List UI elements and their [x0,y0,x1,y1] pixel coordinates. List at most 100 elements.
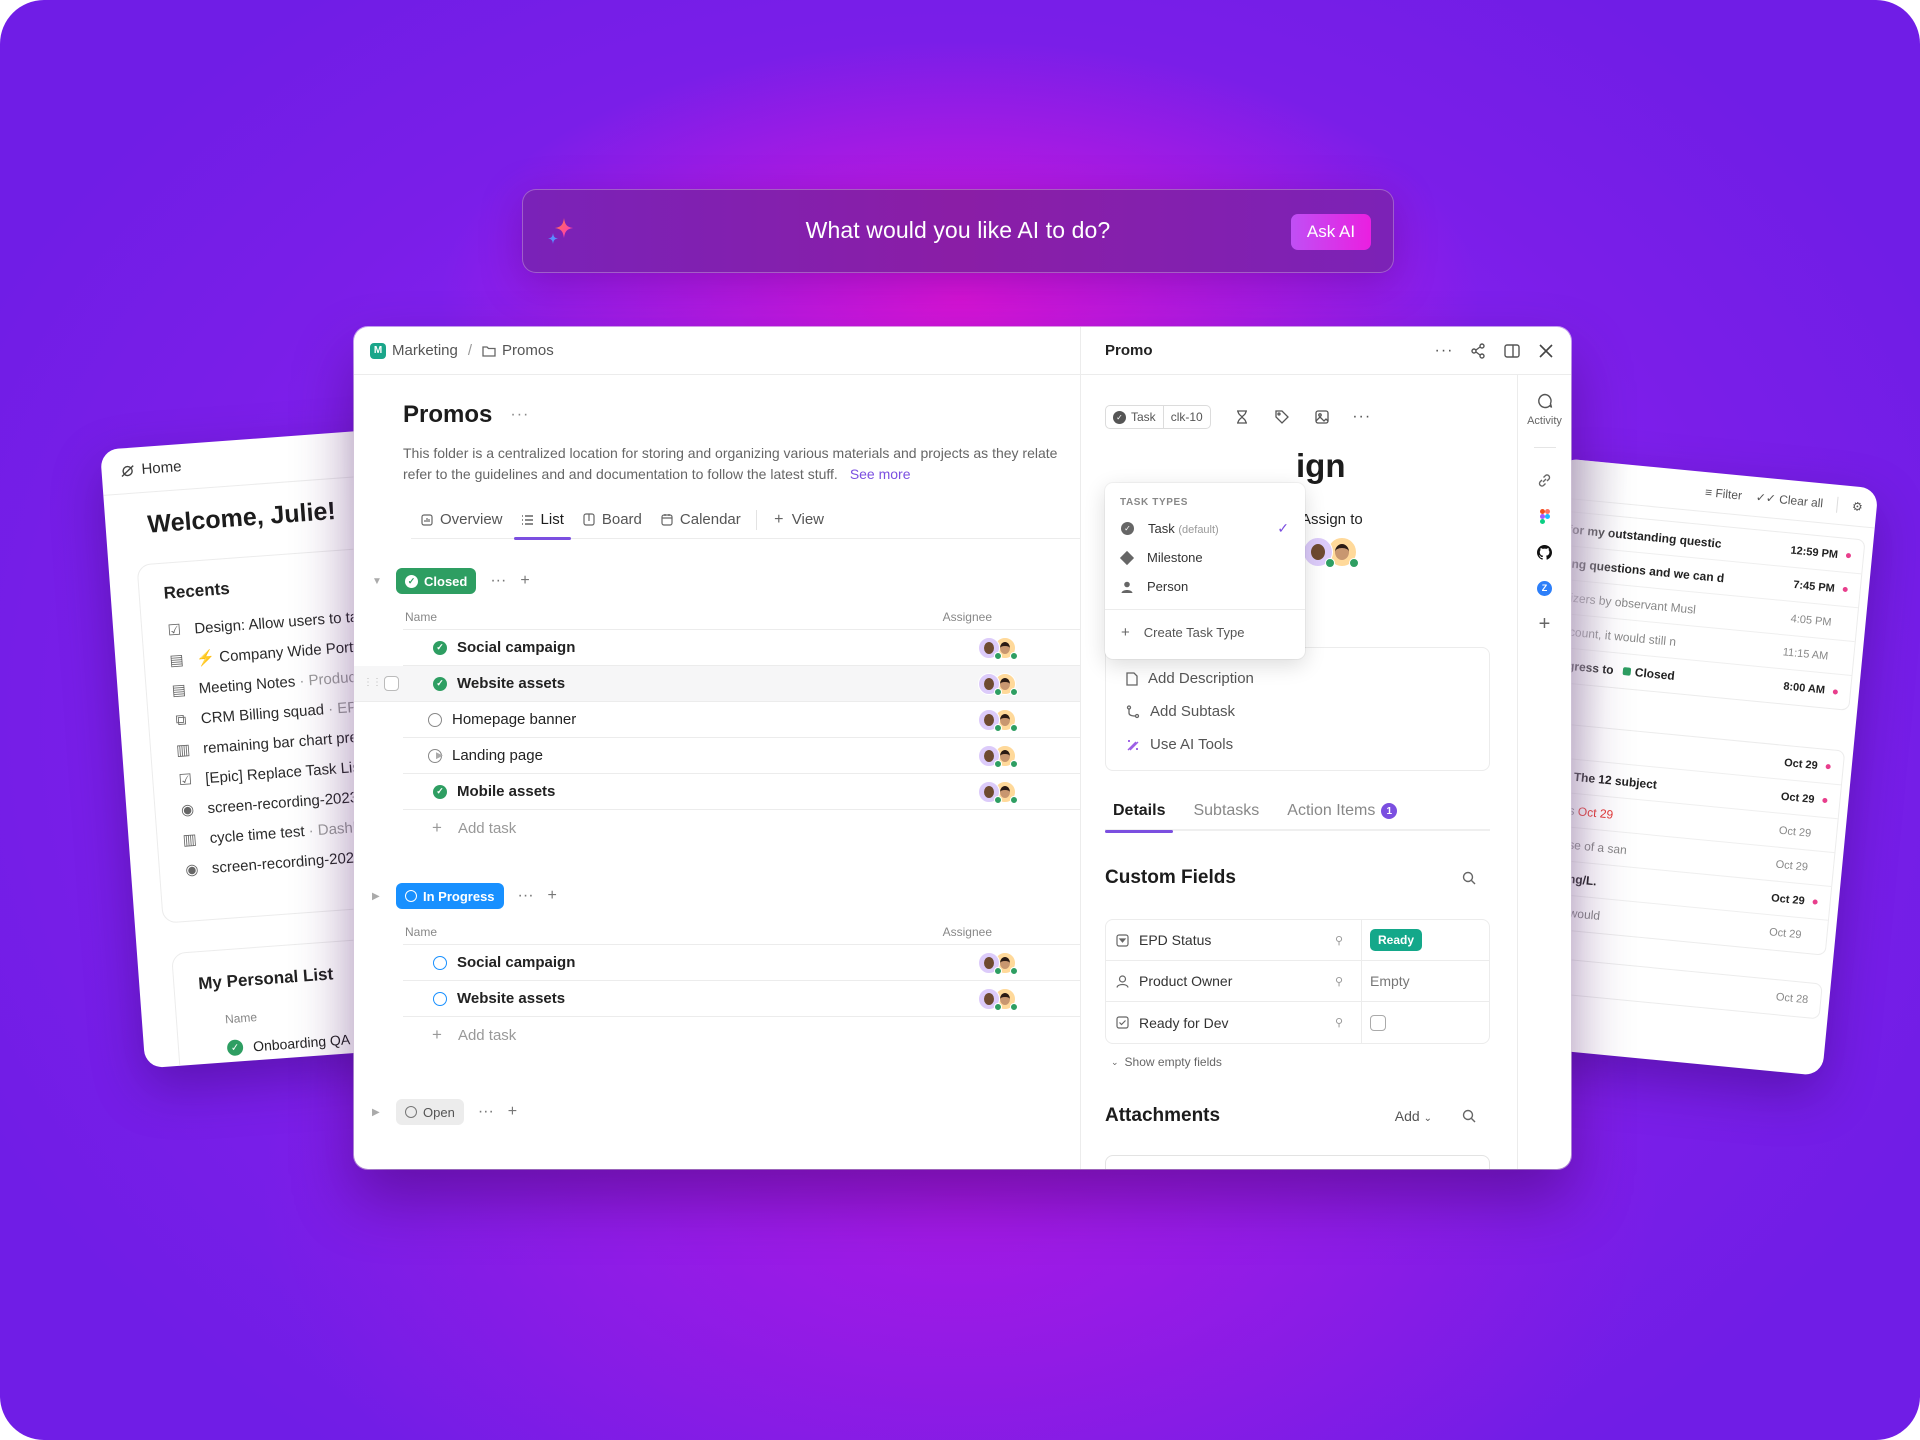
task-row[interactable]: ▶ Landing page [403,738,1080,774]
search-icon[interactable] [1460,1107,1478,1125]
add-description-button[interactable]: Add Description [1126,662,1489,695]
avatar[interactable] [978,673,1002,696]
expand-caret-icon[interactable]: ▶ [372,891,382,902]
task-assignees[interactable] [978,637,1018,660]
task-name[interactable]: Website assets [457,675,565,692]
task-row[interactable]: ⋮⋮ ✓ Website assets [354,666,1080,702]
close-icon[interactable] [1537,342,1555,360]
github-icon[interactable] [1536,543,1554,561]
done-check-icon[interactable]: ✓ [433,676,447,691]
filter-button[interactable]: ≡ Filter [1705,485,1743,502]
figma-icon[interactable] [1536,507,1554,525]
task-name[interactable]: Homepage banner [452,711,576,728]
done-check-icon[interactable]: ✓ [433,784,447,799]
task-name[interactable]: Website assets [457,990,565,1007]
add-attachment-button[interactable]: Add ⌄ [1395,1108,1432,1124]
folder-more-icon[interactable]: ··· [510,406,529,424]
tab-details[interactable]: Details [1105,791,1174,833]
share-icon[interactable] [1469,342,1487,360]
column-assignee[interactable]: Assignee [943,610,992,624]
task-type-selector[interactable]: ✓ Task [1106,406,1163,428]
done-check-icon[interactable]: ✓ [433,640,447,655]
task-row[interactable]: Homepage banner [403,702,1080,738]
tab-list[interactable]: List [512,501,573,540]
avatar[interactable] [978,988,1002,1011]
in-progress-icon[interactable] [433,991,447,1006]
group-add-icon[interactable]: + [520,572,529,590]
add-task-button[interactable]: + Add task [432,1017,1080,1053]
group-more-icon[interactable]: ··· [490,572,506,590]
show-empty-fields-toggle[interactable]: ⌄ Show empty fields [1111,1055,1222,1069]
column-assignee[interactable]: Assignee [943,925,992,939]
see-more-link[interactable]: See more [850,466,911,482]
task-assignees[interactable] [978,709,1018,732]
ai-prompt-bar[interactable]: What would you like AI to do? Ask AI [522,189,1394,273]
avatar[interactable] [978,637,1002,660]
more-options-icon[interactable]: ··· [1435,342,1453,360]
pin-icon[interactable]: ⚲ [1335,1016,1343,1029]
group-add-icon[interactable]: + [548,887,557,905]
add-integration-icon[interactable]: + [1536,613,1554,635]
tab-board[interactable]: Board [573,501,651,539]
sidebar-toggle-icon[interactable] [1503,342,1521,360]
pin-icon[interactable]: ⚲ [1335,934,1343,947]
tag-icon[interactable] [1273,408,1291,426]
status-pill-closed[interactable]: ✓ Closed [396,568,477,594]
column-name[interactable]: Name [405,610,437,624]
ready-for-dev-checkbox[interactable] [1370,1014,1386,1031]
file-dropzone[interactable]: Drop files here to upload [1105,1155,1490,1169]
zendesk-icon[interactable]: Z [1536,579,1554,597]
ai-prompt-text[interactable]: What would you like AI to do? [523,217,1393,244]
status-pill-in-progress[interactable]: In Progress [396,883,504,909]
tab-calendar[interactable]: Calendar [651,501,750,539]
create-task-type-button[interactable]: + Create Task Type [1105,618,1305,646]
task-name[interactable]: Mobile assets [457,783,555,800]
add-task-button[interactable]: + Add task [432,810,1080,846]
column-name[interactable]: Name [405,925,437,939]
avatar[interactable] [978,709,1002,732]
ask-ai-button[interactable]: Ask AI [1291,214,1371,250]
tab-action-items[interactable]: Action Items 1 [1279,791,1405,831]
more-icon[interactable]: ··· [1352,408,1371,426]
task-assignees[interactable] [978,673,1018,696]
avatar[interactable] [978,952,1002,975]
task-type-chip[interactable]: ✓ Task clk-10 [1105,405,1211,429]
avatar[interactable] [978,781,1002,804]
search-icon[interactable] [1460,869,1478,887]
avatar[interactable] [978,745,1002,768]
task-assignees[interactable] [978,745,1018,768]
ready-status-pill[interactable]: Ready [1370,929,1423,951]
open-circle-icon[interactable] [428,712,442,727]
dropdown-item-milestone[interactable]: Milestone [1105,543,1305,572]
activity-button[interactable]: Activity [1527,393,1562,427]
settings-gear-icon[interactable]: ⚙ [1851,499,1863,514]
breadcrumb-folder[interactable]: Promos [502,342,554,359]
add-view-button[interactable]: + View [763,501,833,539]
row-select-checkbox[interactable] [384,676,399,691]
task-name[interactable]: Social campaign [457,639,575,656]
clear-all-button[interactable]: ✓✓ Clear all [1755,489,1824,509]
collapse-caret-icon[interactable]: ▼ [372,576,382,587]
add-subtask-button[interactable]: Add Subtask [1126,695,1489,728]
use-ai-tools-button[interactable]: Use AI Tools [1126,728,1489,761]
task-assignees[interactable] [978,988,1018,1011]
hourglass-icon[interactable] [1233,408,1251,426]
task-row[interactable]: Website assets [403,981,1080,1017]
tab-overview[interactable]: Overview [411,501,512,539]
task-row[interactable]: ✓ Mobile assets [403,774,1080,810]
assignee-avatars[interactable] [1303,537,1359,568]
group-more-icon[interactable]: ··· [518,887,534,905]
field-value[interactable]: Ready [1362,920,1489,960]
dropdown-item-task[interactable]: ✓ Task (default) ✓ [1105,514,1305,543]
link-icon[interactable] [1536,471,1554,489]
status-pill-open[interactable]: Open [396,1099,464,1125]
group-more-icon[interactable]: ··· [478,1103,494,1121]
task-heading[interactable]: ign [1296,447,1345,485]
image-icon[interactable] [1313,408,1331,426]
field-value[interactable] [1362,1002,1489,1043]
dropdown-item-person[interactable]: Person [1105,572,1305,601]
breadcrumb-workspace[interactable]: Marketing [392,342,458,359]
task-assignees[interactable] [978,952,1018,975]
task-row[interactable]: ✓ Social campaign [403,630,1080,666]
in-progress-icon[interactable] [433,955,447,970]
